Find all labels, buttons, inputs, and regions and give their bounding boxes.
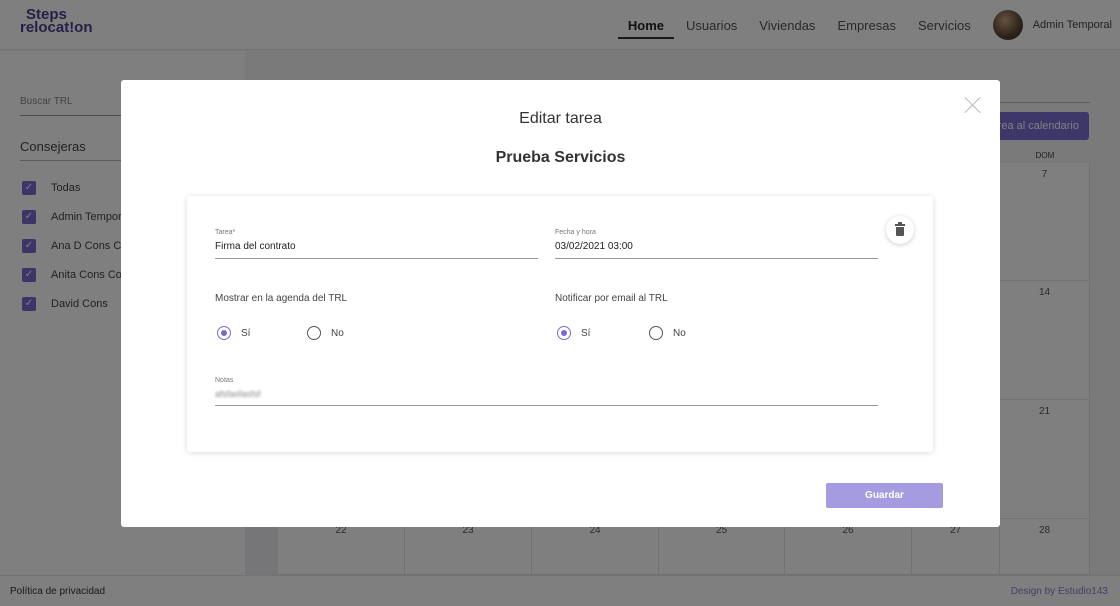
tarea-value[interactable]: Firma del contrato xyxy=(215,241,538,258)
mostrar-radio-no[interactable]: No xyxy=(307,326,344,340)
notas-label: Notas xyxy=(215,377,234,384)
trash-icon-lid xyxy=(895,224,905,226)
radio-selected-icon xyxy=(217,326,231,340)
radio-label: Sí xyxy=(241,327,251,339)
fecha-label: Fecha y hora xyxy=(555,229,596,236)
notificar-email-label: Notificar por email al TRL xyxy=(555,293,668,304)
trash-icon xyxy=(896,226,904,236)
fecha-value[interactable]: 03/02/2021 03:00 xyxy=(555,241,878,258)
delete-button[interactable] xyxy=(886,216,914,244)
notas-field[interactable]: Notas afsfasfasfsf xyxy=(215,377,878,406)
radio-unselected-icon xyxy=(307,326,321,340)
save-button[interactable]: Guardar xyxy=(826,483,943,508)
radio-label: No xyxy=(331,327,344,339)
mostrar-agenda-label: Mostrar en la agenda del TRL xyxy=(215,293,348,304)
tarea-label: Tarea* xyxy=(215,229,236,236)
radio-unselected-icon xyxy=(649,326,663,340)
mostrar-radio-si[interactable]: Sí xyxy=(217,326,250,340)
radio-label: Sí xyxy=(581,327,591,339)
tarea-field[interactable]: Tarea* Firma del contrato xyxy=(215,229,538,259)
edit-task-modal: Editar tarea Prueba Servicios Tarea* Fir… xyxy=(121,80,1000,527)
task-form-card: Tarea* Firma del contrato Fecha y hora 0… xyxy=(187,196,933,452)
notificar-radio-si[interactable]: Sí xyxy=(557,326,590,340)
notificar-radio-no[interactable]: No xyxy=(649,326,686,340)
fecha-hora-field[interactable]: Fecha y hora 03/02/2021 03:00 xyxy=(555,229,878,259)
notas-value[interactable]: afsfasfasfsf xyxy=(215,389,878,405)
modal-title: Editar tarea xyxy=(519,110,602,127)
radio-selected-icon xyxy=(557,326,571,340)
radio-label: No xyxy=(673,327,686,339)
modal-subtitle: Prueba Servicios xyxy=(495,149,626,166)
